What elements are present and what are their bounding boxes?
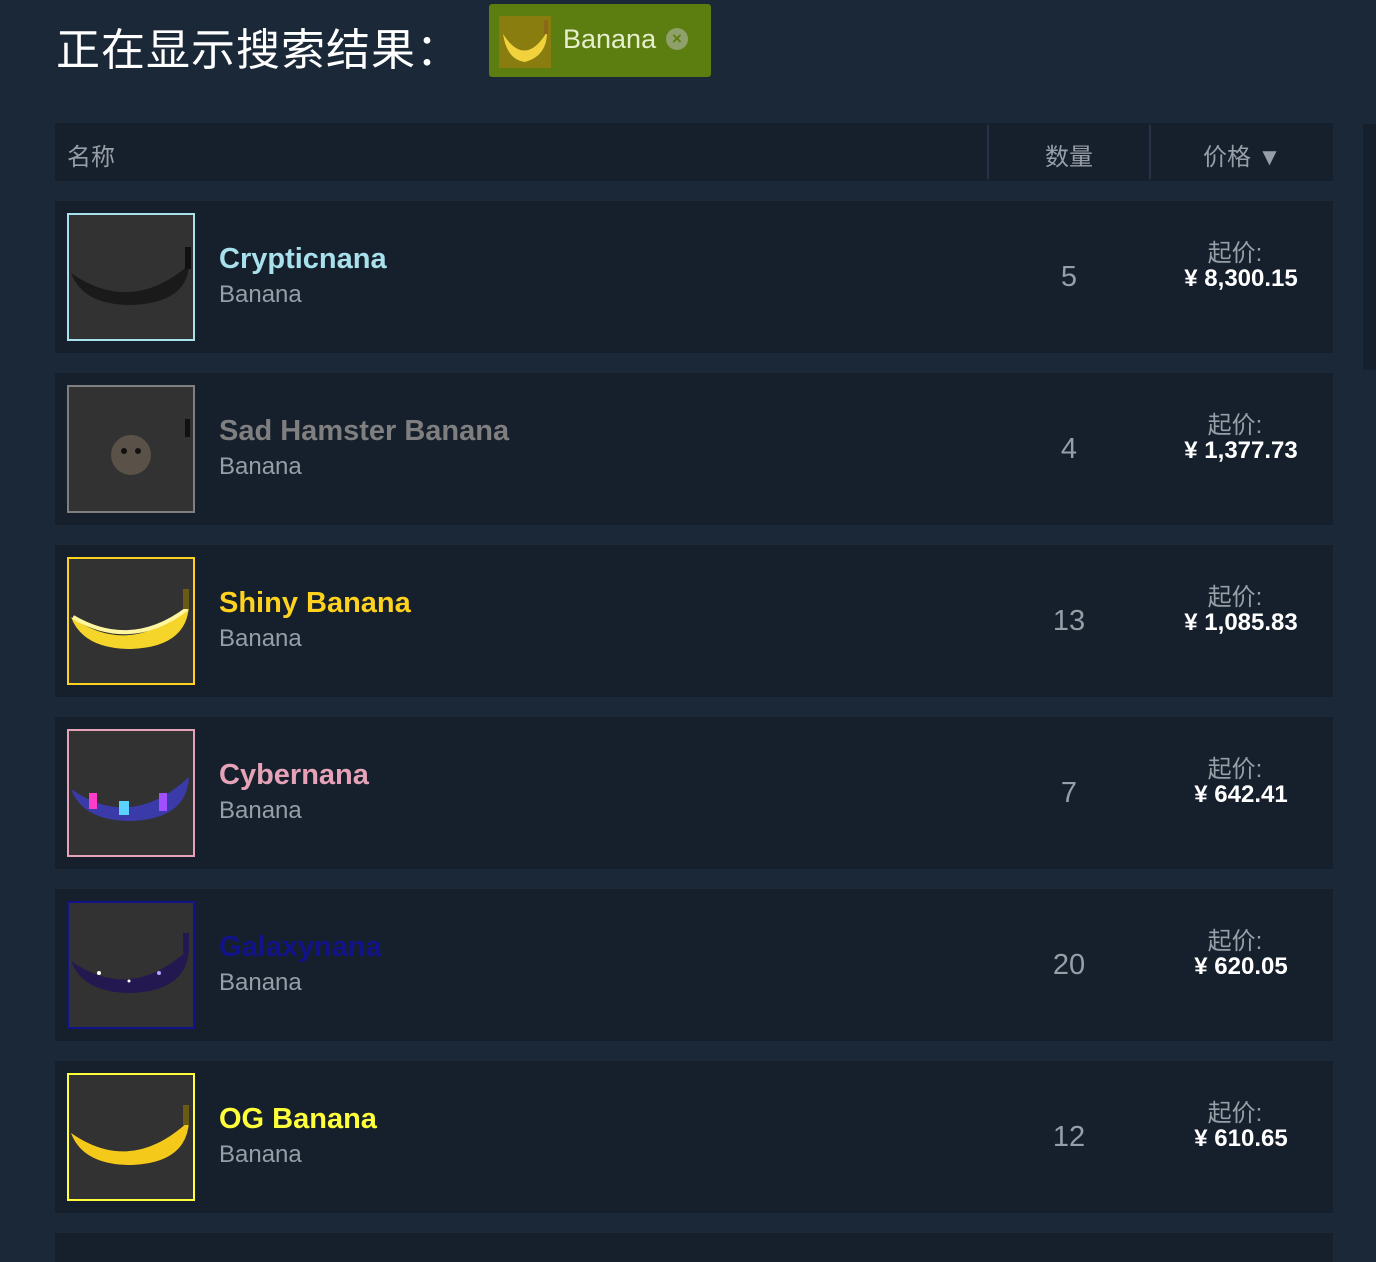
listing-row[interactable]: OG Banana Banana 12 起价: ¥ 610.65 (55, 1061, 1333, 1213)
item-game: Banana (219, 281, 302, 308)
column-header-price[interactable]: 价格 ▼ (1203, 137, 1281, 172)
listing-row[interactable]: Cybernana Banana 7 起价: ¥ 642.41 (55, 717, 1333, 869)
item-price: ¥ 1,377.73 (1184, 437, 1298, 464)
item-quantity: 7 (1060, 777, 1078, 809)
banana-icon (499, 16, 551, 68)
item-name[interactable]: OG Banana (219, 1103, 377, 1136)
price-label: 起价: (1207, 412, 1263, 439)
item-quantity: 12 (1052, 1121, 1086, 1153)
item-price: ¥ 8,300.15 (1184, 265, 1298, 292)
column-divider (1149, 125, 1151, 179)
item-name[interactable]: Crypticnana (219, 243, 387, 276)
listing-row[interactable]: Shiny Banana Banana 13 起价: ¥ 1,085.83 (55, 545, 1333, 697)
item-quantity: 20 (1052, 949, 1086, 981)
listing-row[interactable]: Sad Hamster Banana Banana 4 起价: ¥ 1,377.… (55, 373, 1333, 525)
table-header: 名称 数量 价格 ▼ (55, 123, 1333, 181)
price-label: 起价: (1207, 756, 1263, 783)
item-thumbnail (67, 213, 195, 341)
price-label: 起价: (1207, 584, 1263, 611)
column-header-name[interactable]: 名称 (67, 137, 115, 172)
close-circle-icon[interactable]: × (666, 28, 688, 50)
page-title: 正在显示搜索结果： (56, 26, 461, 75)
item-name[interactable]: Cybernana (219, 759, 369, 792)
item-price: ¥ 620.05 (1194, 953, 1288, 980)
item-thumbnail (67, 385, 195, 513)
item-price: ¥ 642.41 (1194, 781, 1288, 808)
item-game: Banana (219, 453, 302, 480)
item-game: Banana (219, 625, 302, 652)
item-thumbnail (67, 557, 195, 685)
item-name[interactable]: Sad Hamster Banana (219, 415, 509, 448)
listing-row[interactable] (55, 1233, 1333, 1262)
item-game: Banana (219, 969, 302, 996)
item-thumbnail (67, 1073, 195, 1201)
price-label: 起价: (1207, 1100, 1263, 1127)
item-name[interactable]: Galaxynana (219, 931, 382, 964)
column-header-quantity[interactable]: 数量 (1045, 137, 1093, 172)
item-quantity: 13 (1052, 605, 1086, 637)
column-divider (987, 125, 989, 179)
item-thumbnail (67, 729, 195, 857)
item-thumbnail (67, 901, 195, 1029)
item-price: ¥ 1,085.83 (1184, 609, 1298, 636)
price-label: 起价: (1207, 240, 1263, 267)
listing-row[interactable]: Galaxynana Banana 20 起价: ¥ 620.05 (55, 889, 1333, 1041)
price-label: 起价: (1207, 928, 1263, 955)
scrollbar[interactable] (1363, 124, 1376, 370)
item-game: Banana (219, 797, 302, 824)
item-quantity: 4 (1060, 433, 1078, 465)
filter-tag-label: Banana (563, 24, 657, 54)
item-quantity: 5 (1060, 261, 1078, 293)
listing-row[interactable]: Crypticnana Banana 5 起价: ¥ 8,300.15 (55, 201, 1333, 353)
item-game: Banana (219, 1141, 302, 1168)
item-price: ¥ 610.65 (1194, 1125, 1288, 1152)
filter-tag[interactable]: Banana × (489, 4, 711, 77)
item-name[interactable]: Shiny Banana (219, 587, 411, 620)
